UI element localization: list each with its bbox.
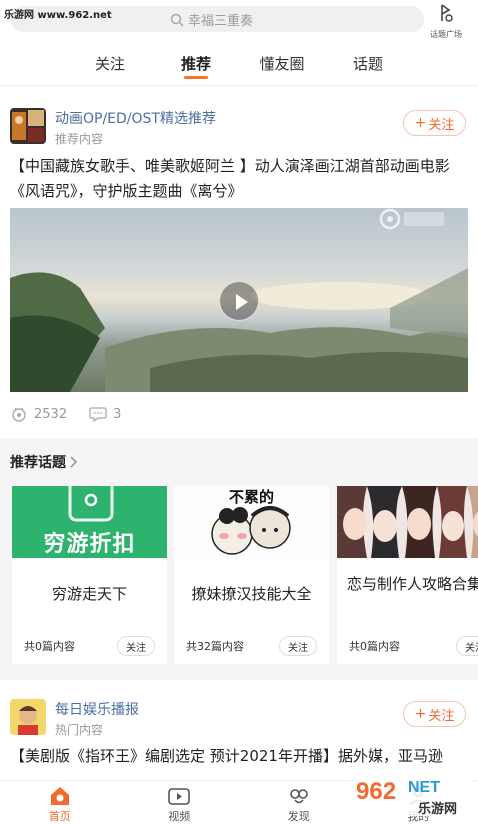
topic-card-count: 共32篇内容 (186, 640, 244, 653)
topic-follow-button[interactable]: 关注 (456, 636, 478, 656)
post-header: 每日娱乐播报 热门内容 + 关注 (0, 699, 478, 743)
post-card: 每日娱乐播报 热门内容 + 关注 (0, 699, 478, 743)
topic-cards-carousel[interactable]: 穷游折扣 穷游走天下 共0篇内容 关注 不累的 撩妹撩汉技能大全 共32篇内容 … (12, 486, 478, 666)
video-icon (168, 788, 191, 805)
topic-card[interactable]: 恋与制作人攻略合集 共0篇内容 关注 (337, 486, 478, 664)
views-count: 2532 (34, 406, 68, 422)
recommended-topics-header[interactable]: 推荐话题 (10, 452, 77, 472)
post-source-subtitle: 热门内容 (55, 723, 104, 737)
nav-discover-label: 发现 (287, 810, 310, 823)
post-source-title[interactable]: 动画OP/ED/OST精选推荐 (55, 108, 216, 128)
tab-recommend[interactable]: 推荐 (153, 46, 239, 85)
chevron-right-icon (70, 456, 77, 468)
post-text[interactable]: 【中国藏族女歌手、唯美歌姬阿兰 】动人演泽画江湖首部动画电影《风语咒》，守护版主… (10, 154, 470, 204)
views-stat: 2532 (10, 406, 67, 422)
watermark-cn: 乐游网 (418, 802, 458, 817)
eye-icon (12, 407, 26, 422)
topic-square-button[interactable]: 话题广场 (422, 2, 470, 40)
post-header: 动画OP/ED/OST精选推荐 推荐内容 + 关注 (0, 108, 478, 152)
topic-card-image-text: 穷游折扣 (43, 532, 136, 557)
topic-square-icon (441, 4, 453, 22)
search-placeholder: 幸福三重奏 (188, 14, 254, 29)
watermark-top: 乐游网 www.962.net (4, 10, 112, 21)
discover-icon (289, 789, 308, 804)
comments-count: 3 (113, 406, 122, 422)
search-icon (170, 13, 184, 27)
video-player[interactable] (10, 208, 468, 392)
topic-card-count: 共0篇内容 (24, 640, 75, 653)
avatar[interactable] (10, 108, 46, 144)
topic-card[interactable]: 不累的 撩妹撩汉技能大全 共32篇内容 关注 (174, 486, 329, 664)
play-button[interactable] (219, 281, 259, 321)
comment-icon (89, 407, 107, 422)
follow-button[interactable]: + 关注 (403, 701, 466, 727)
topic-card-image: 不累的 (174, 486, 329, 558)
video-watermark-logo (378, 208, 448, 234)
watermark-brand: 962 (356, 778, 397, 805)
topic-card[interactable]: 穷游折扣 穷游走天下 共0篇内容 关注 (12, 486, 167, 664)
comments-stat[interactable]: 3 (89, 406, 121, 422)
topic-card-name: 恋与制作人攻略合集 (346, 575, 478, 593)
nav-home[interactable]: 首页 (0, 781, 120, 824)
recommended-topics-title: 推荐话题 (10, 455, 66, 471)
topic-follow-button[interactable]: 关注 (117, 636, 155, 656)
main-tabs: 关注 推荐 懂友圈 话题 (0, 46, 478, 86)
post-stats: 2532 3 (10, 406, 143, 422)
plus-icon: + (414, 115, 427, 131)
topic-card-image: 穷游折扣 (12, 486, 167, 558)
post-card: 动画OP/ED/OST精选推荐 推荐内容 + 关注 (0, 108, 478, 152)
tab-dongyou-circle[interactable]: 懂友圈 (239, 46, 325, 85)
nav-video-label: 视频 (168, 810, 191, 823)
watermark-suffix: NET (408, 779, 440, 796)
plus-icon: + (414, 706, 427, 722)
topic-card-count: 共0篇内容 (349, 640, 400, 653)
topic-follow-button[interactable]: 关注 (279, 636, 317, 656)
follow-label: 关注 (428, 708, 455, 724)
topic-card-image (337, 486, 478, 558)
tab-topics[interactable]: 话题 (325, 46, 411, 85)
topic-card-name: 撩妹撩汉技能大全 (191, 585, 312, 603)
post-source-title[interactable]: 每日娱乐播报 (55, 699, 139, 719)
topic-card-name: 穷游走天下 (51, 585, 127, 603)
nav-discover[interactable]: 发现 (239, 781, 359, 824)
watermark-bottom: 962 NET 乐游网 (354, 776, 472, 818)
nav-home-label: 首页 (48, 810, 71, 823)
post-source-subtitle: 推荐内容 (55, 132, 104, 146)
post-text[interactable]: 【美剧版《指环王》编剧选定 预计2021年开播】据外媒，亚马逊 (10, 744, 470, 780)
search-inner: 幸福三重奏 (170, 10, 253, 29)
topic-square-label: 话题广场 (430, 30, 462, 39)
avatar[interactable] (10, 699, 46, 735)
home-icon (50, 787, 69, 805)
play-icon (236, 294, 248, 310)
nav-video[interactable]: 视频 (120, 781, 240, 824)
follow-label: 关注 (428, 117, 455, 133)
follow-button[interactable]: + 关注 (403, 110, 466, 136)
tab-follow[interactable]: 关注 (67, 46, 153, 85)
